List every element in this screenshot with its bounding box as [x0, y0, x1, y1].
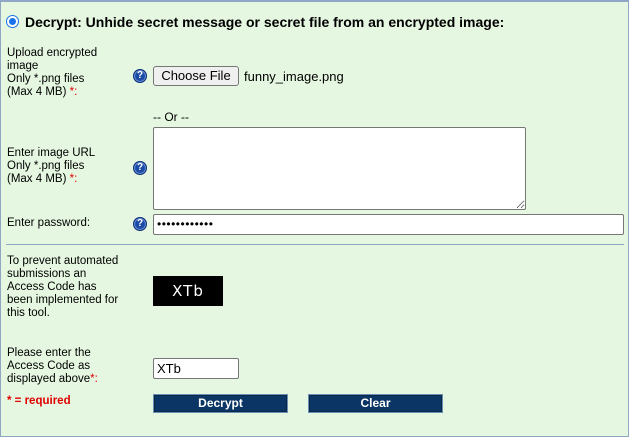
captcha-image: XTb	[153, 276, 223, 306]
url-help-icon[interactable]: ?	[133, 161, 147, 175]
decrypt-button[interactable]: Decrypt	[153, 394, 288, 413]
decrypt-panel: Decrypt: Unhide secret message or secret…	[0, 0, 629, 437]
access-code-input[interactable]: XTb	[153, 358, 239, 379]
upload-label: Upload encrypted image Only *.png files …	[7, 47, 98, 98]
decrypt-radio[interactable]	[6, 15, 19, 28]
password-input[interactable]: ••••••••••••	[153, 214, 624, 235]
password-help-icon[interactable]: ?	[133, 217, 147, 231]
section-title: Decrypt: Unhide secret message or secret…	[25, 14, 505, 30]
required-note: * = required	[7, 395, 71, 407]
image-url-textarea[interactable]	[153, 127, 526, 210]
upload-help-icon[interactable]: ?	[133, 69, 147, 83]
choose-file-button[interactable]: Choose File	[153, 66, 239, 86]
clear-button[interactable]: Clear	[308, 394, 443, 413]
url-label: Enter image URL Only *.png files (Max 4 …	[7, 147, 96, 185]
section-divider	[6, 244, 624, 245]
captcha-info: To prevent automated submissions an Acce…	[7, 255, 119, 319]
selected-file-name: funny_image.png	[244, 69, 344, 84]
password-label: Enter password:	[7, 217, 91, 229]
or-separator: -- Or --	[153, 110, 189, 124]
access-code-label: Please enter the Access Code as displaye…	[7, 347, 98, 385]
